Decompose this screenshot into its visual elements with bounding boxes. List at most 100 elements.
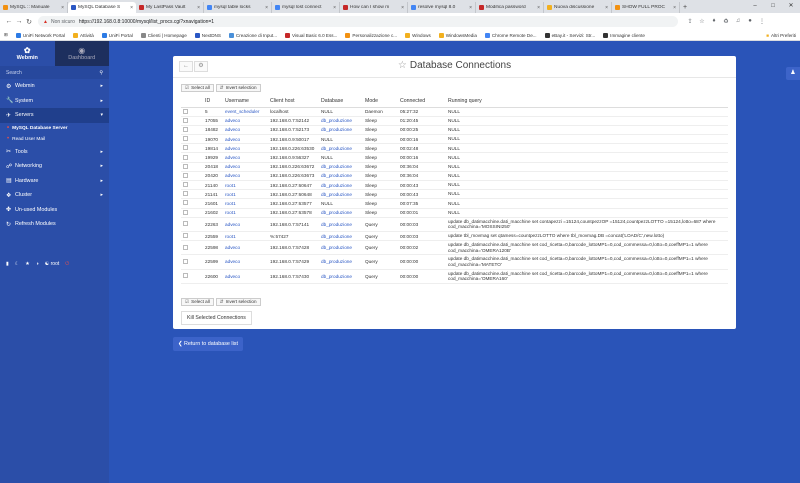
tab-close-icon[interactable]: × [673, 5, 676, 11]
row-checkbox[interactable] [183, 258, 188, 264]
cell-database[interactable]: db_produzione [319, 254, 363, 270]
invert-selection-button-bottom[interactable]: ⇵ Invert selection [215, 298, 261, 306]
table-row[interactable]: 21140 root1 192.168.0.27:60647 db_produzion… [181, 180, 728, 191]
tab-close-icon[interactable]: × [61, 5, 64, 11]
logout-icon[interactable]: ⏻ [65, 261, 69, 267]
cell-username[interactable]: adveco [223, 143, 268, 154]
bookmark-item[interactable]: UniFi Portal [101, 32, 133, 38]
row-checkbox[interactable] [183, 191, 188, 197]
return-button[interactable]: ❮ Return to database list [173, 337, 243, 351]
sidebar-item-servers[interactable]: ✈ Servers ▾ [0, 108, 109, 123]
column-header-database[interactable]: Database [319, 95, 363, 108]
minimize-icon[interactable]: – [746, 0, 764, 13]
address-bar[interactable]: ▲ Non sicuro https://192.168.0.8:10000/m… [38, 16, 678, 27]
table-row[interactable]: 20418 adveco 192.168.0.226:63672 db_produzi… [181, 162, 728, 172]
row-checkbox[interactable] [183, 117, 188, 123]
row-checkbox[interactable] [183, 200, 188, 206]
tab-close-icon[interactable]: × [265, 5, 268, 11]
tab-dashboard[interactable]: ◉ Dashboard [54, 41, 109, 66]
select-all-button-bottom[interactable]: ☑ Select all [181, 298, 214, 306]
maximize-icon[interactable]: □ [764, 0, 782, 13]
sidebar-item-un-used-modules[interactable]: ✤ Un-used Modules [0, 203, 109, 218]
table-row[interactable]: 20420 adveco 192.168.0.226:63673 db_produzi… [181, 171, 728, 182]
paint-icon[interactable]: ◑ [36, 261, 39, 267]
row-checkbox[interactable] [183, 163, 188, 169]
browser-tab[interactable]: resolve mysql 8.0 × [408, 2, 476, 13]
column-header-connected[interactable]: Connected [398, 95, 446, 108]
row-checkbox[interactable] [183, 172, 188, 178]
sidebar-search[interactable]: Search ⚲ [0, 66, 109, 79]
cell-username[interactable]: adveco [223, 162, 268, 172]
cell-username[interactable]: root1 [223, 189, 268, 200]
table-row[interactable]: 22599 adveco 192.168.0.7:57429 db_produzion… [181, 254, 728, 270]
extension-icon[interactable]: ♦ [708, 18, 720, 25]
media-icon[interactable]: ♫ [732, 18, 744, 25]
close-window-icon[interactable]: ✕ [782, 0, 800, 13]
cell-username[interactable]: adveco [223, 269, 268, 284]
bookmark-star-icon[interactable]: ☆ [696, 18, 708, 25]
browser-tab[interactable]: mysql table locks × [204, 2, 272, 13]
table-row[interactable]: 22598 adveco 192.168.0.7:57428 db_produzion… [181, 240, 728, 256]
cell-username[interactable]: adveco [223, 254, 268, 270]
browser-tab[interactable]: SHOW FULL PROC × [612, 2, 680, 13]
search-icon[interactable]: ⚲ [99, 70, 103, 76]
favorites-star-icon[interactable]: ★ [25, 261, 29, 267]
sidebar-item-tools[interactable]: ✂ Tools ▸ [0, 145, 109, 160]
cell-username[interactable]: adveco [223, 116, 268, 126]
bookmark-item[interactable]: Chrome Remote De... [484, 32, 537, 38]
table-row[interactable]: 22600 adveco 192.168.0.7:57430 db_produzion… [181, 269, 728, 284]
cell-database[interactable]: db_produzione [319, 125, 363, 136]
sidebar-item-hardware[interactable]: ▤ Hardware ▸ [0, 174, 109, 189]
sidebar-subitem[interactable]: • MySQL Database Server [0, 123, 109, 134]
sidebar-subitem[interactable]: • Read User Mail [0, 134, 109, 145]
cell-database[interactable]: db_produzione [319, 180, 363, 191]
tab-close-icon[interactable]: × [401, 5, 404, 11]
table-row[interactable]: 21141 root1 192.168.0.27:60648 db_produzion… [181, 189, 728, 200]
sidebar-item-refresh-modules[interactable]: ↻ Refresh Modules [0, 217, 109, 232]
cell-username[interactable]: adveco [223, 217, 268, 232]
table-row[interactable]: 17055 adveco 192.168.0.7:52142 db_produzion… [181, 116, 728, 126]
cell-username[interactable]: root1 [223, 231, 268, 242]
cell-username[interactable]: adveco [223, 152, 268, 163]
cell-database[interactable]: db_produzione [319, 240, 363, 256]
invert-selection-button[interactable]: ⇵ Invert selection [215, 84, 261, 92]
new-tab-button[interactable]: + [680, 2, 690, 13]
bookmark-item[interactable]: Visual Basic 6.0 Ess... [285, 32, 337, 38]
tab-close-icon[interactable]: × [197, 5, 200, 11]
table-row[interactable]: 19929 adveco 192.168.0.9:56327 NULL Sleep 00:… [181, 152, 728, 163]
row-checkbox[interactable] [183, 209, 188, 215]
row-checkbox[interactable] [183, 145, 188, 151]
table-row[interactable]: 22263 adveco 192.168.0.7:57141 db_produzion… [181, 217, 728, 232]
cell-username[interactable]: adveco [223, 171, 268, 182]
share-icon[interactable]: ⇪ [684, 18, 696, 25]
table-row[interactable]: 22559 root1 %:57427 db_produzione Query 00:00… [181, 231, 728, 242]
cell-database[interactable]: db_produzione [319, 208, 363, 218]
row-checkbox[interactable] [183, 108, 188, 114]
bookmark-item[interactable]: Creazione di Input... [228, 32, 277, 38]
kill-connections-button[interactable]: Kill Selected Connections [181, 311, 252, 325]
apps-grid-icon[interactable]: ⊞ [4, 32, 8, 38]
search-input[interactable]: Search [6, 70, 99, 76]
browser-tab[interactable]: Modifica password × [476, 2, 544, 13]
forward-icon[interactable]: → [14, 18, 24, 25]
row-checkbox[interactable] [183, 154, 188, 160]
column-header-mode[interactable]: Mode [363, 95, 398, 108]
browser-tab[interactable]: My LastPass Vault × [136, 2, 204, 13]
row-checkbox[interactable] [183, 221, 188, 227]
row-checkbox[interactable] [183, 136, 188, 142]
row-checkbox[interactable] [183, 244, 188, 250]
browser-tab[interactable]: MySQL Database S × [68, 2, 136, 13]
user-menu[interactable]: ☯ root [45, 261, 60, 267]
bookmark-item[interactable]: WindowsMedia [438, 32, 477, 38]
sidebar-item-cluster[interactable]: ❖ Cluster ▸ [0, 188, 109, 203]
table-row[interactable]: 5 event_scheduler localhost NULL Daemon 05:27… [181, 107, 728, 117]
bookmark-item[interactable]: Windows [405, 32, 431, 38]
tab-close-icon[interactable]: × [333, 5, 336, 11]
cell-database[interactable]: db_produzione [319, 231, 363, 242]
cell-database[interactable]: db_produzione [319, 162, 363, 172]
cell-username[interactable]: root1 [223, 208, 268, 218]
tab-close-icon[interactable]: × [537, 5, 540, 11]
bookmark-item[interactable]: Personalizzazione c... [345, 32, 397, 38]
column-header-client-host[interactable]: Client host [268, 95, 319, 108]
side-panel-toggle-icon[interactable]: ♟ [786, 67, 800, 80]
